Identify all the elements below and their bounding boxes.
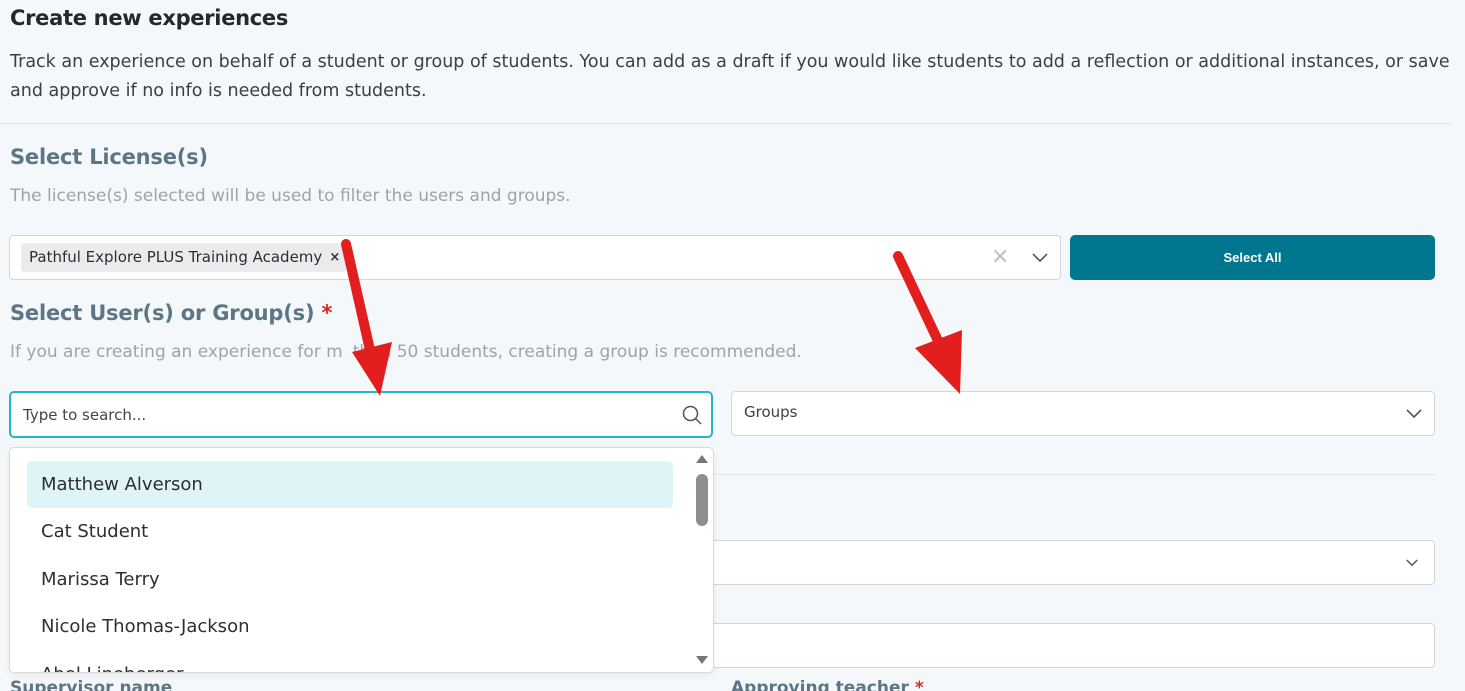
result-item[interactable]: Marissa Terry	[27, 556, 673, 603]
result-item[interactable]: Cat Student	[27, 508, 673, 555]
license-chip: Pathful Explore PLUS Training Academy ×	[21, 243, 347, 272]
page-title: Create new experiences	[10, 6, 289, 30]
hidden-select-field[interactable]	[700, 540, 1435, 585]
approving-teacher-text: Approving teacher	[731, 678, 909, 691]
license-section-subtitle: The license(s) selected will be used to …	[10, 186, 571, 206]
supervisor-label: Supervisor name	[10, 678, 173, 691]
required-mark: *	[914, 678, 924, 691]
required-mark: *	[321, 301, 333, 325]
close-icon[interactable]: ×	[991, 245, 1009, 269]
users-subtitle-part1: If you are creating an experience for m	[10, 342, 343, 362]
chevron-down-icon[interactable]	[1032, 253, 1048, 263]
scroll-down-icon[interactable]	[695, 655, 709, 665]
users-section-subtitle: If you are creating an experience for m t…	[10, 342, 802, 362]
approving-teacher-label: Approving teacher *	[731, 678, 924, 691]
divider	[713, 474, 1435, 475]
scrollbar-thumb[interactable]	[696, 474, 708, 526]
license-section-title: Select License(s)	[10, 145, 208, 169]
result-item[interactable]: Nicole Thomas-Jackson	[27, 603, 673, 650]
page-description: Track an experience on behalf of a stude…	[10, 52, 1450, 101]
users-section-title: Select User(s) or Group(s) *	[10, 301, 332, 325]
scroll-up-icon[interactable]	[695, 454, 709, 464]
result-item[interactable]: Abel Lineberger	[27, 651, 673, 672]
chevron-down-icon[interactable]	[1406, 559, 1418, 567]
user-search-results: Matthew Alverson Cat Student Marissa Ter…	[9, 447, 714, 673]
search-icon[interactable]	[681, 404, 703, 426]
groups-select[interactable]: Groups	[731, 391, 1435, 436]
select-all-button[interactable]: Select All	[1070, 235, 1435, 280]
divider	[0, 123, 1453, 124]
chevron-down-icon[interactable]	[1406, 409, 1422, 419]
users-section-title-text: Select User(s) or Group(s)	[10, 301, 315, 325]
user-search-box[interactable]	[9, 391, 713, 438]
user-search-input[interactable]	[23, 403, 663, 427]
chip-remove-icon[interactable]: ×	[329, 243, 340, 272]
users-subtitle-part2: than 50 students, creating a group is re…	[352, 342, 802, 362]
result-item[interactable]: Matthew Alverson	[27, 461, 673, 508]
groups-placeholder: Groups	[744, 403, 798, 421]
hidden-text-field[interactable]	[700, 623, 1435, 668]
create-experience-page: Create new experiences Track an experien…	[0, 0, 1465, 691]
license-chip-label: Pathful Explore PLUS Training Academy	[29, 248, 323, 266]
license-select[interactable]: Pathful Explore PLUS Training Academy × …	[9, 235, 1061, 280]
